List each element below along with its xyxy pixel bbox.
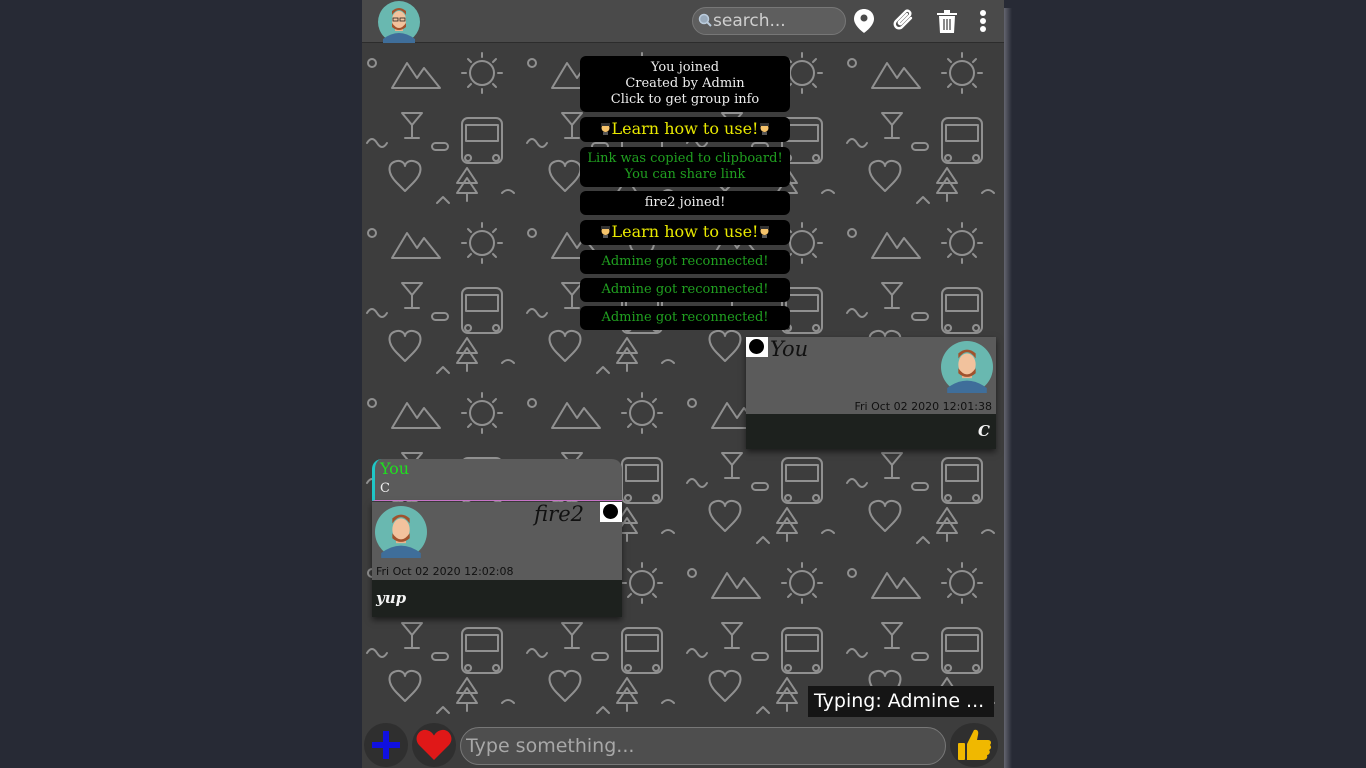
chat-footer xyxy=(362,723,1004,768)
link-copied-message: Link was copied to clipboard! You can sh… xyxy=(580,147,790,187)
heart-button[interactable] xyxy=(412,723,456,767)
learn-text: Learn how to use! xyxy=(611,119,759,138)
search-input[interactable] xyxy=(713,10,837,32)
outgoing-message[interactable]: You Fri Oct 02 2020 12:01:38 C xyxy=(746,337,996,449)
message-input[interactable] xyxy=(460,727,946,765)
thumbs-up-icon xyxy=(958,729,992,760)
reconnected-message: Admine got reconnected! xyxy=(580,306,790,330)
sender-name: You xyxy=(770,337,809,361)
message-timestamp: Fri Oct 02 2020 12:02:08 xyxy=(376,565,514,578)
message-timestamp: Fri Oct 02 2020 12:01:38 xyxy=(854,400,992,413)
link-copied-line: Link was copied to clipboard! xyxy=(587,151,783,166)
teacher-emoji-icon xyxy=(760,123,770,135)
reply-text: C xyxy=(380,481,390,496)
teacher-emoji-icon xyxy=(760,226,770,238)
message-text: C xyxy=(978,422,990,440)
group-info-message[interactable]: You joined Created by Admin Click to get… xyxy=(580,56,790,112)
chat-app: You joined Created by Admin Click to get… xyxy=(362,0,1004,768)
typing-indicator: Typing: Admine ... xyxy=(808,686,994,717)
plus-button[interactable] xyxy=(364,723,408,767)
plus-icon xyxy=(372,731,400,759)
search-icon xyxy=(698,13,712,27)
reconnected-message: Admine got reconnected! xyxy=(580,250,790,274)
reconnected-text: Admine got reconnected! xyxy=(601,310,769,325)
sender-avatar xyxy=(375,506,427,558)
message-text: yup xyxy=(376,589,407,607)
teacher-emoji-icon xyxy=(600,123,610,135)
chat-header xyxy=(362,0,1004,43)
teacher-emoji-icon xyxy=(600,226,610,238)
heart-icon xyxy=(416,729,452,760)
reconnected-text: Admine got reconnected! xyxy=(601,254,769,269)
created-by-line: Created by Admin xyxy=(625,76,745,91)
trash-icon[interactable] xyxy=(935,8,959,34)
group-info-line: Click to get group info xyxy=(610,92,760,107)
reply-sender: You xyxy=(380,459,410,478)
learn-how-to-use-message[interactable]: Learn how to use! xyxy=(580,117,790,142)
share-link-line: You can share link xyxy=(624,167,746,182)
join-line: You joined xyxy=(650,60,720,75)
message-body: C xyxy=(746,414,996,449)
learn-how-to-use-message[interactable]: Learn how to use! xyxy=(580,220,790,245)
paperclip-icon[interactable] xyxy=(893,8,917,34)
more-vertical-icon[interactable] xyxy=(971,8,995,34)
search-box[interactable] xyxy=(692,7,846,35)
learn-text: Learn how to use! xyxy=(611,222,759,241)
online-status-indicator xyxy=(600,502,622,522)
message-body: yup xyxy=(372,580,622,617)
group-avatar[interactable] xyxy=(378,1,420,43)
user-joined-message: fire2 joined! xyxy=(580,191,790,215)
user-joined-text: fire2 joined! xyxy=(644,195,726,210)
panel-shadow xyxy=(1004,8,1012,768)
location-pin-icon[interactable] xyxy=(852,8,876,34)
sender-avatar xyxy=(941,341,993,393)
online-status-indicator xyxy=(746,337,768,357)
incoming-message[interactable]: fire2 Fri Oct 02 2020 12:02:08 yup xyxy=(372,502,622,617)
reply-quote[interactable]: You C xyxy=(372,459,622,501)
thumbs-up-button[interactable] xyxy=(950,723,998,767)
reconnected-message: Admine got reconnected! xyxy=(580,278,790,302)
reconnected-text: Admine got reconnected! xyxy=(601,282,769,297)
sender-name: fire2 xyxy=(534,502,584,526)
